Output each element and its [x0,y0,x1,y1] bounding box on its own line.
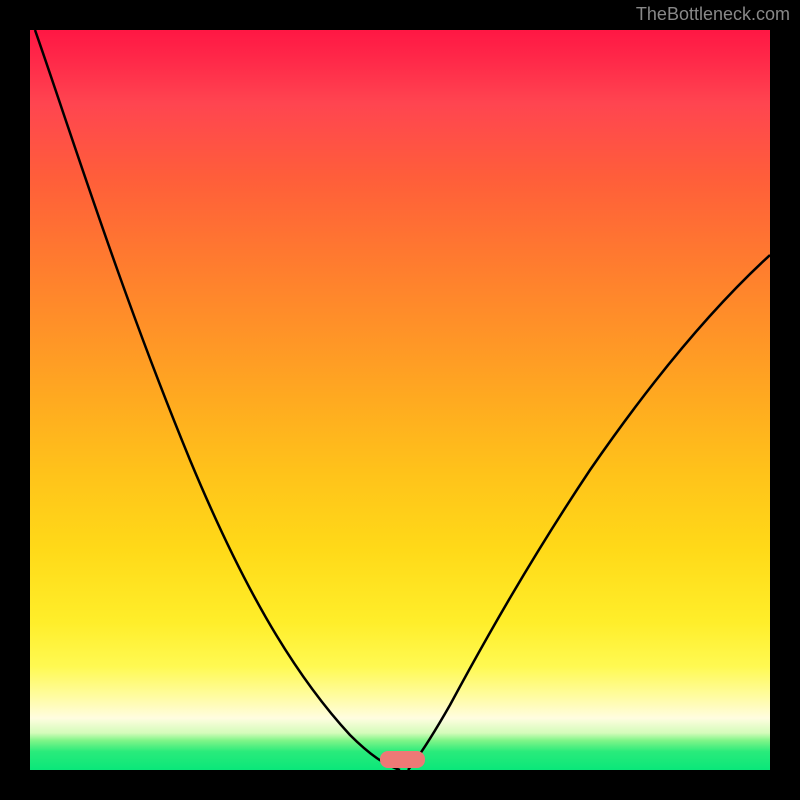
pink-marker [380,751,425,768]
left-curve [35,30,400,770]
curves-svg [30,30,770,770]
right-curve [408,255,770,770]
watermark-text: TheBottleneck.com [636,4,790,25]
chart-area [30,30,770,770]
